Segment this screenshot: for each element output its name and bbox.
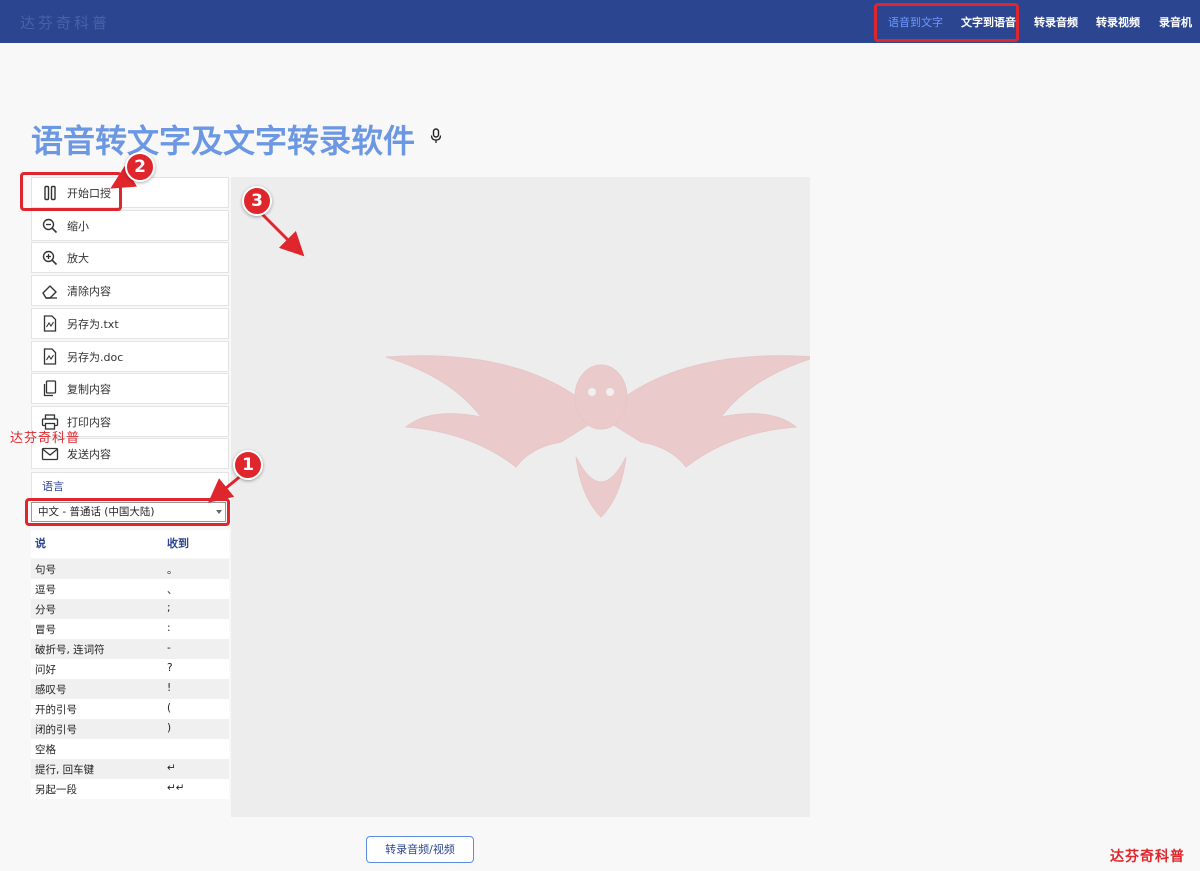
tool-label: 复制内容 [67,382,111,396]
zoom-out-icon [41,217,59,235]
site-logo[interactable]: 达芬奇科普 [20,12,110,33]
nav-transcribe-video[interactable]: 转录视频 [1096,14,1140,30]
watermark-text-left: 达芬奇科普 [10,431,81,446]
save-txt-icon [41,315,59,333]
tool-label: 另存为.doc [67,350,124,364]
table-row: 冒号: [31,619,229,639]
table-row: 逗号、 [31,579,229,599]
table-row: 问好? [31,659,229,679]
transcribe-audio-video-button[interactable]: 转录音频/视频 [366,836,474,863]
mail-icon [41,445,59,463]
callout-badge-1: 1 [233,450,263,480]
tool-label: 开始口授 [67,186,111,200]
top-nav-bar: 达芬奇科普 语音到文字 文字到语音 转录音频 转录视频 录音机 [0,0,1200,43]
eraser-icon [41,282,59,300]
tool-label: 缩小 [67,219,89,233]
callout-badge-3: 3 [242,186,272,216]
table-row: 另起一段 ↵↵ [31,779,229,799]
dictation-text-area[interactable] [231,177,810,817]
watermark-emblem-icon [385,355,810,518]
tool-label: 发送内容 [67,447,111,461]
nav-recorder[interactable]: 录音机 [1159,14,1192,30]
nav-text-to-speech[interactable]: 文字到语音 [961,14,1016,30]
table-row: 空格 [31,739,229,759]
zoom-out-button[interactable]: 缩小 [31,210,229,241]
zoom-in-button[interactable]: 放大 [31,242,229,273]
nav-speech-to-text[interactable]: 语音到文字 [888,14,943,30]
table-row: 闭的引号) [31,719,229,739]
microphone-icon[interactable] [430,128,442,148]
tool-label: 另存为.txt [67,317,119,331]
tool-label: 清除内容 [67,284,111,298]
callout-badge-2: 2 [125,152,155,182]
pause-icon [41,184,59,202]
table-row: 分号; [31,599,229,619]
language-selected-value: 中文 - 普通话 (中国大陆) [38,506,155,518]
column-header-say: 说 [35,537,46,550]
table-row: 感叹号! [31,679,229,699]
clear-content-button[interactable]: 清除内容 [31,275,229,306]
save-txt-button[interactable]: 另存为.txt [31,308,229,339]
save-doc-icon [41,348,59,366]
table-row: 开的引号( [31,699,229,719]
table-row: 提行, 回车键 ↵ [31,759,229,779]
tool-label: 放大 [67,251,89,265]
copy-content-button[interactable]: 复制内容 [31,373,229,404]
copy-icon [41,380,59,398]
start-dictation-button[interactable]: 开始口授 [31,177,229,208]
watermark-text-bottom: 达芬奇科普 [1110,849,1185,865]
table-header: 说 收到 [31,530,229,558]
table-row: 破折号, 连词符 - [31,639,229,659]
page-title: 语音转文字及文字转录软件 [31,122,416,160]
language-select[interactable]: 中文 - 普通话 (中国大陆) [31,502,226,522]
column-header-get: 收到 [167,537,189,550]
language-label: 语言 [31,472,229,499]
zoom-in-icon [41,249,59,267]
chevron-down-icon [216,510,222,514]
table-row: 句号。 [31,559,229,579]
nav-transcribe-audio[interactable]: 转录音频 [1034,14,1078,30]
save-doc-button[interactable]: 另存为.doc [31,341,229,372]
